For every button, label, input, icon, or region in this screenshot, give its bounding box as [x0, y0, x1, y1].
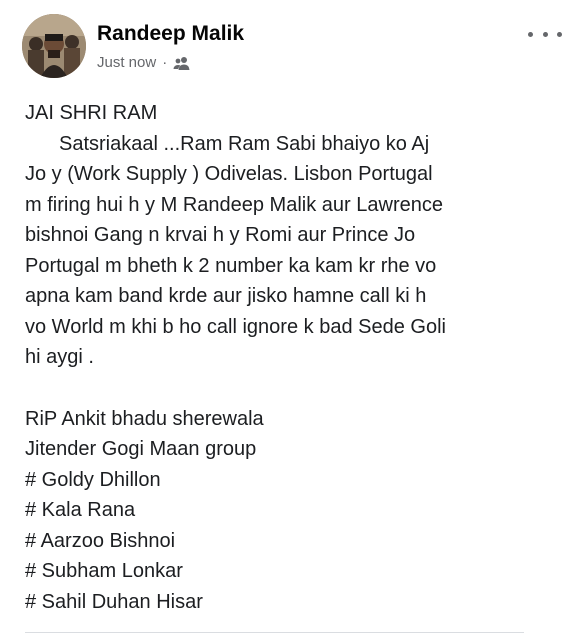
avatar[interactable] — [22, 14, 86, 78]
post-line: vo World m khi b ho call ignore k bad Se… — [25, 315, 446, 338]
post-line: Satsriakaal ...Ram Ram Sabi bhaiyo ko Aj — [59, 132, 430, 155]
more-options-icon[interactable] — [528, 24, 562, 44]
divider — [25, 632, 524, 633]
post-line: bishnoi Gang n krvai h y Romi aur Prince… — [25, 224, 416, 246]
post-line: Jo y (Work Supply ) Odivelas. Lisbon Por… — [25, 163, 433, 185]
hashtag-line: # Kala Rana — [25, 499, 136, 521]
post-line: Portugal m bheth k 2 number ka kam kr rh… — [25, 254, 437, 277]
hashtag-line: # Goldy Dhillon — [25, 468, 161, 491]
tag-line: RiP Ankit bhadu sherewala — [25, 407, 264, 430]
post-line: JAI SHRI RAM — [25, 102, 158, 124]
post-text: JAI SHRI RAM Satsriakaal ...Ram Ram Sabi… — [25, 98, 565, 617]
post-header: Randeep Malik Just now · — [22, 14, 562, 80]
tag-line: Jitender Gogi Maan group — [25, 438, 257, 460]
post-line: hi aygi . — [25, 346, 94, 368]
facebook-post: Randeep Malik Just now · JAI SHRI RAM Sa… — [0, 0, 581, 640]
meta-separator: · — [162, 54, 168, 71]
hashtag-line: # Subham Lonkar — [25, 560, 183, 582]
post-line: apna kam band krde aur jisko hamne call … — [25, 285, 427, 307]
post-line: m firing hui h y M Randeep Malik aur Law… — [25, 193, 443, 216]
hashtag-line: # Aarzoo Bishnoi — [25, 529, 176, 552]
more-dot — [542, 31, 548, 37]
more-dot — [557, 31, 562, 37]
friends-icon[interactable] — [173, 56, 190, 70]
hashtag-line: # Sahil Duhan Hisar — [25, 590, 203, 613]
author-name[interactable]: Randeep Malik — [97, 22, 244, 46]
post-timestamp[interactable]: Just now — [97, 54, 156, 71]
post-meta: Just now · — [97, 54, 190, 71]
more-dot — [528, 31, 533, 37]
